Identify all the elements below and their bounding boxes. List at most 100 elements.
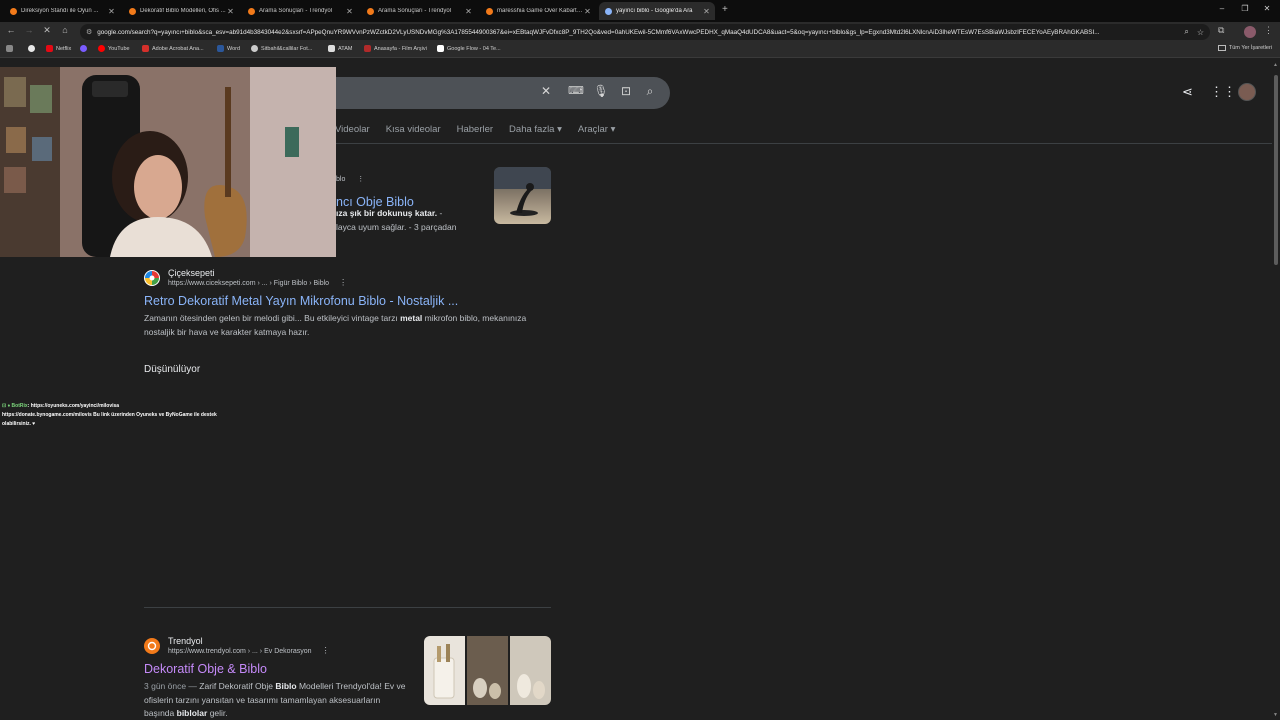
snippet-text: Zarif Dekoratif Obje — [199, 681, 276, 691]
new-tab-icon[interactable]: + — [722, 4, 728, 15]
more-options-icon[interactable]: ⋮ — [322, 646, 330, 655]
reload-icon[interactable]: ✕ — [40, 25, 54, 36]
bookmark-netflix[interactable]: Netflix — [46, 45, 71, 52]
bookmark-label: Google Flow - 04 Te... — [447, 45, 501, 52]
result-3: Trendyol https://www.trendyol.com › ... … — [144, 636, 406, 720]
tab-5[interactable]: maresshia Game Over Kabartm... ✕ — [480, 2, 596, 20]
filter-news[interactable]: Haberler — [457, 124, 493, 135]
folder-icon — [1217, 45, 1226, 51]
ai-thinking-label: Düşünülüyor — [144, 364, 201, 375]
result-2-snippet: Zamanın ötesinden gelen bir melodi gibi.… — [144, 312, 554, 339]
minimize-icon[interactable]: – — [1215, 4, 1229, 13]
scrollbar-thumb[interactable] — [1274, 75, 1278, 265]
tab-4[interactable]: Arama Sonuçları - Trendyol ✕ — [361, 2, 477, 20]
bookmark-photos[interactable]: Sitbahil&callilar Fot... — [251, 45, 312, 52]
results-divider — [144, 607, 551, 608]
filter-more[interactable]: Daha fazla ▾ — [509, 124, 562, 135]
youtube-icon — [98, 45, 105, 52]
tab-6-active[interactable]: yayıncı biblo - Google'da Ara ✕ — [599, 2, 715, 20]
keyboard-icon[interactable]: ⌨ — [568, 84, 584, 97]
flag-icon — [328, 45, 335, 52]
tab-title: Arama Sonuçları - Trendyol — [259, 8, 333, 14]
account-avatar[interactable] — [1238, 83, 1256, 101]
tab-title: Dekoratif Biblo Modelleri, Ofis ... — [140, 8, 226, 14]
result-2-source[interactable]: Çiçeksepeti https://www.ciceksepeti.com … — [144, 268, 554, 287]
close-tab-icon[interactable]: ✕ — [226, 7, 235, 16]
bookmark-star-icon[interactable]: ☆ — [1197, 28, 1204, 37]
close-tab-icon[interactable]: ✕ — [464, 7, 473, 16]
bookmark-film-arsivi[interactable]: Anasayfa - Film Arşivi — [364, 45, 427, 52]
site-info-icon[interactable]: ⚙ — [86, 28, 92, 36]
google-apps-icon[interactable]: ⋮⋮ — [1210, 84, 1236, 100]
close-tab-icon[interactable]: ✕ — [583, 7, 592, 16]
search-icon[interactable]: ⌕ — [1184, 27, 1188, 37]
result-3-title[interactable]: Dekoratif Obje & Biblo — [144, 662, 406, 676]
microphone-icon[interactable]: 🎙 — [593, 84, 609, 98]
clear-search-icon[interactable]: ✕ — [538, 84, 554, 98]
filter-videos[interactable]: Videolar — [335, 124, 370, 135]
lens-camera-icon[interactable]: ⊡ — [618, 84, 634, 98]
bookmark-atam[interactable]: ATAM — [328, 45, 352, 52]
result-3-site-name: Trendyol — [168, 636, 203, 646]
result-3-snippet: 3 gün önce — Zarif Dekoratif Obje Biblo … — [144, 680, 406, 720]
result-2-title[interactable]: Retro Dekoratif Metal Yayın Mikrofonu Bi… — [144, 294, 554, 308]
bookmark-label: Word — [227, 45, 241, 52]
browser-window: Direksiyon Standı ile Oyun ... ✕ Dekorat… — [0, 0, 1280, 720]
result-3-date: 3 gün önce — — [144, 681, 200, 691]
snippet-text: gelir. — [207, 708, 228, 718]
chat-bot-name: BotRix — [11, 403, 28, 409]
chrome-icon[interactable] — [28, 45, 38, 52]
address-bar[interactable]: ⚙ google.com/search?q=yayıncı+biblo&sca_… — [80, 24, 1210, 40]
close-window-icon[interactable]: ✕ — [1260, 4, 1274, 13]
snippet-bold: biblolar — [176, 708, 208, 718]
tab-3[interactable]: Arama Sonuçları - Trendyol ✕ — [242, 2, 358, 20]
bookmarks-bar: Netflix YouTube Adobe Acrobat Ana... Wor… — [0, 42, 1280, 58]
snippet-bold: metal — [400, 313, 423, 323]
result-2: Çiçeksepeti https://www.ciceksepeti.com … — [144, 268, 554, 339]
close-tab-icon[interactable]: ✕ — [107, 7, 116, 16]
back-icon[interactable]: ← — [4, 25, 18, 35]
profile-avatar[interactable] — [1244, 26, 1256, 38]
more-options-icon[interactable]: ⋮ — [357, 176, 364, 183]
bookmark-twitch[interactable] — [80, 45, 90, 52]
close-tab-icon[interactable]: ✕ — [345, 7, 354, 16]
menu-icon[interactable]: ⋮ — [1264, 25, 1273, 36]
adobe-icon — [142, 45, 149, 52]
tab-1[interactable]: Direksiyon Standı ile Oyun ... ✕ — [4, 2, 120, 20]
result-1-thumbnail[interactable] — [494, 167, 551, 224]
stream-chat-overlay: ⊡ ♦ BotRix: https://oyuneks.com/yayinci/… — [2, 402, 232, 429]
filter-short-videos[interactable]: Kısa videolar — [386, 124, 441, 135]
photo-icon — [251, 45, 258, 52]
address-bar-url: google.com/search?q=yayıncı+biblo&sca_es… — [97, 28, 1100, 36]
result-3-thumbnails[interactable] — [424, 636, 551, 705]
result-3-source[interactable]: Trendyol https://www.trendyol.com › ... … — [144, 636, 406, 655]
bookmark-google-flow[interactable]: Google Flow - 04 Te... — [437, 45, 501, 52]
restore-icon[interactable]: ❐ — [1238, 4, 1252, 13]
scroll-up-icon[interactable]: ▲ — [1273, 62, 1278, 68]
trendyol-favicon-icon — [248, 7, 255, 15]
more-options-icon[interactable]: ⋮ — [339, 278, 347, 287]
tab-2[interactable]: Dekoratif Biblo Modelleri, Ofis ... ✕ — [123, 2, 239, 20]
tab-title: Arama Sonuçları - Trendyol — [378, 8, 452, 14]
trendyol-favicon-icon — [144, 637, 160, 654]
snippet-text: Zamanın ötesinden gelen bir melodi gibi.… — [144, 313, 401, 323]
filter-tools[interactable]: Araçlar ▾ — [578, 124, 616, 135]
close-tab-icon[interactable]: ✕ — [702, 7, 711, 16]
result-2-site-name: Çiçeksepeti — [168, 268, 215, 278]
bookmark-word[interactable]: Word — [217, 45, 240, 52]
all-bookmarks[interactable]: Tüm Yer İşaretleri — [1217, 45, 1272, 51]
browser-toolbar: ← → ✕ ⌂ ⚙ google.com/search?q=yayıncı+bi… — [0, 22, 1280, 42]
apps-grid-icon[interactable] — [6, 45, 16, 52]
scroll-down-icon[interactable]: ▼ — [1273, 712, 1278, 718]
decor-objects-image — [424, 636, 551, 705]
bookmark-adobe[interactable]: Adobe Acrobat Ana... — [142, 45, 204, 52]
tab-strip: Direksiyon Standı ile Oyun ... ✕ Dekorat… — [0, 0, 1280, 22]
home-icon[interactable]: ⌂ — [58, 25, 72, 35]
trendyol-favicon-icon — [367, 7, 374, 15]
search-icon[interactable]: ⌕ — [642, 84, 658, 99]
bookmark-youtube[interactable]: YouTube — [98, 45, 130, 52]
share-icon[interactable]: ⋖ — [1182, 84, 1193, 100]
forward-icon[interactable]: → — [22, 25, 36, 35]
extensions-icon[interactable]: ⧉ — [1218, 25, 1224, 36]
webcam-video-image — [0, 67, 336, 257]
